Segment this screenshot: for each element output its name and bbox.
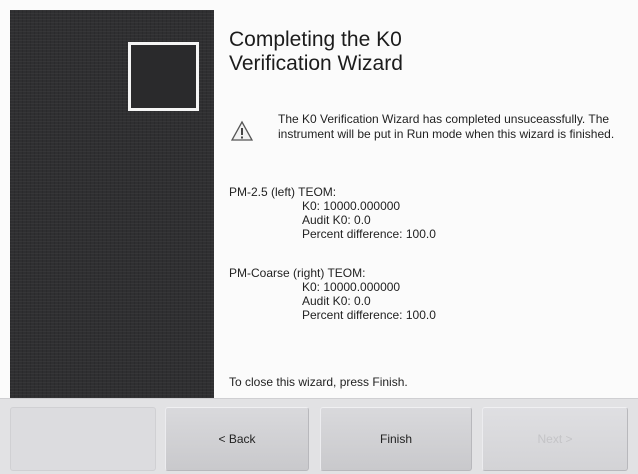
wizard-button-bar: < Back Finish Next > bbox=[0, 398, 638, 474]
wizard-window: Completing the K0 Verification Wizard Th… bbox=[0, 0, 638, 474]
close-hint-text: To close this wizard, press Finish. bbox=[229, 375, 408, 389]
wizard-content: Completing the K0 Verification Wizard Th… bbox=[229, 28, 624, 389]
left-teom-audit-k0: Audit K0: 0.0 bbox=[302, 213, 371, 227]
empty-button-slot bbox=[10, 407, 156, 471]
wizard-title-line-1: Completing the K0 bbox=[229, 28, 402, 51]
warning-triangle-icon bbox=[231, 120, 253, 141]
right-teom-results: PM-Coarse (right) TEOM: K0: 10000.000000… bbox=[229, 266, 436, 322]
wizard-title: Completing the K0 Verification Wizard bbox=[229, 28, 624, 76]
left-teom-heading: PM-2.5 (left) TEOM: bbox=[229, 185, 337, 199]
wizard-side-panel bbox=[10, 10, 214, 398]
finish-button[interactable]: Finish bbox=[320, 407, 472, 471]
wizard-logo-box bbox=[128, 42, 199, 111]
warning-text: The K0 Verification Wizard has completed… bbox=[278, 112, 615, 141]
wizard-title-line-2: Verification Wizard bbox=[229, 52, 403, 75]
right-teom-percent-difference: Percent difference: 100.0 bbox=[302, 308, 436, 322]
left-teom-k0: K0: 10000.000000 bbox=[302, 199, 401, 213]
left-teom-results: PM-2.5 (left) TEOM: K0: 10000.000000 Aud… bbox=[229, 185, 436, 241]
warning-message: The K0 Verification Wizard has completed… bbox=[229, 112, 624, 172]
back-button[interactable]: < Back bbox=[165, 407, 309, 471]
right-teom-heading: PM-Coarse (right) TEOM: bbox=[229, 266, 366, 280]
right-teom-k0: K0: 10000.000000 bbox=[302, 280, 401, 294]
next-button-disabled: Next > bbox=[482, 407, 628, 471]
left-teom-percent-difference: Percent difference: 100.0 bbox=[302, 227, 436, 241]
right-teom-audit-k0: Audit K0: 0.0 bbox=[302, 294, 371, 308]
